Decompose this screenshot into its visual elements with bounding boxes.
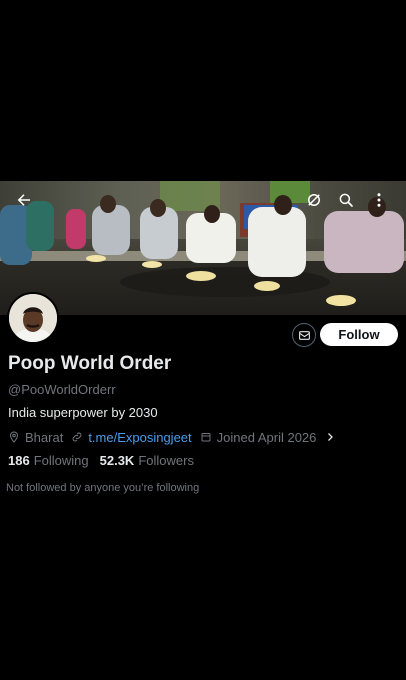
avatar-image (9, 294, 57, 342)
followers-label: Followers (138, 453, 194, 468)
refresh-icon (308, 194, 320, 206)
link-text[interactable]: t.me/Exposingjeet (88, 430, 191, 445)
join-date-text: Joined April 2026 (216, 429, 317, 445)
profile-screen: Follow Poop World Order @PooWorldOrderr … (0, 0, 406, 680)
chevron-right-icon (328, 433, 334, 441)
follow-stats: 186 Following 52.3K Followers (8, 453, 205, 468)
avatar[interactable] (7, 292, 59, 344)
search-icon (339, 193, 353, 207)
profile-meta-row: Bharat t.me/Exposingjeet Joined April 20… (8, 429, 349, 445)
followed-by-text: Not followed by anyone you’re following (6, 482, 200, 494)
arrow-left-icon (17, 194, 30, 206)
banner-food (86, 255, 106, 262)
profile-link[interactable]: t.me/Exposingjeet (71, 430, 192, 445)
banner-person (248, 207, 306, 277)
calendar-icon (201, 433, 211, 442)
location-text: Bharat (25, 429, 64, 445)
banner-food (186, 271, 216, 281)
banner-person (66, 209, 86, 249)
banner-head (100, 195, 116, 213)
user-handle: @PooWorldOrderr (8, 382, 116, 397)
banner-head (204, 205, 220, 223)
banner-person (92, 205, 130, 255)
following-label: Following (33, 453, 89, 468)
banner-person (324, 211, 404, 273)
location-pin-icon (9, 431, 19, 443)
link-icon (72, 432, 82, 442)
more-vertical-icon (377, 193, 381, 207)
follow-button[interactable]: Follow (320, 323, 398, 346)
banner-head (150, 199, 166, 217)
following-stat[interactable]: 186 Following (8, 453, 89, 468)
search-button[interactable] (335, 189, 357, 211)
back-button[interactable] (13, 189, 35, 211)
banner-head (274, 195, 292, 215)
meta-expand[interactable] (324, 431, 341, 443)
envelope-icon (298, 330, 310, 340)
join-date: Joined April 2026 (200, 429, 317, 445)
banner-food (326, 295, 356, 306)
more-button[interactable] (368, 189, 390, 211)
banner-food (142, 261, 162, 268)
message-button[interactable] (292, 323, 316, 347)
refresh-button[interactable] (303, 189, 325, 211)
banner-food (254, 281, 280, 291)
followers-stat[interactable]: 52.3K Followers (100, 453, 194, 468)
followers-count: 52.3K (99, 453, 135, 468)
following-count: 186 (8, 453, 30, 468)
bio-text: India superpower by 2030 (8, 405, 158, 420)
display-name: Poop World Order (8, 353, 172, 374)
location: Bharat (8, 430, 63, 445)
